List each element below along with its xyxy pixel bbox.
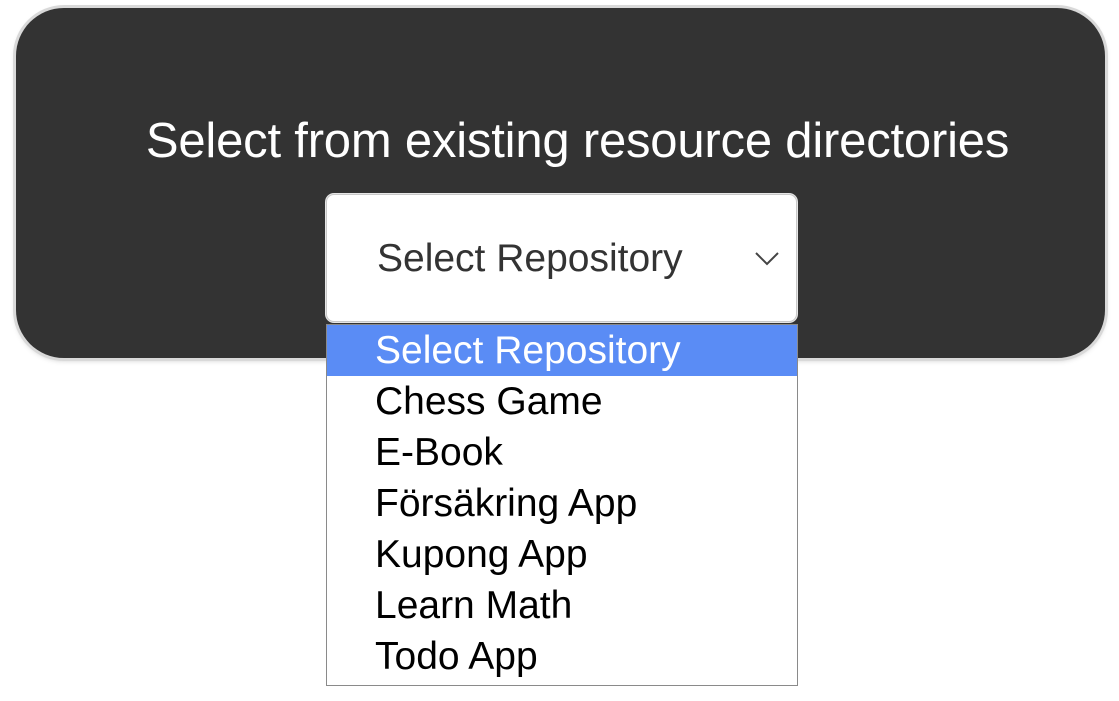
option-e-book[interactable]: E-Book bbox=[327, 427, 797, 478]
panel-title: Select from existing resource directorie… bbox=[145, 114, 1010, 168]
option-todo-app[interactable]: Todo App bbox=[327, 631, 797, 682]
page: Select from existing resource directorie… bbox=[0, 0, 1119, 701]
option-kupong-app[interactable]: Kupong App bbox=[327, 529, 797, 580]
option-learn-math[interactable]: Learn Math bbox=[327, 580, 797, 631]
option-chess-game[interactable]: Chess Game bbox=[327, 376, 797, 427]
repository-select-value: Select Repository bbox=[377, 237, 683, 280]
repository-select[interactable]: Select Repository bbox=[326, 194, 797, 322]
chevron-down-icon bbox=[755, 252, 779, 266]
option-forsakring-app[interactable]: Försäkring App bbox=[327, 478, 797, 529]
repository-options-list: Select Repository Chess Game E-Book Förs… bbox=[326, 324, 798, 686]
option-select-repository[interactable]: Select Repository bbox=[327, 325, 797, 376]
